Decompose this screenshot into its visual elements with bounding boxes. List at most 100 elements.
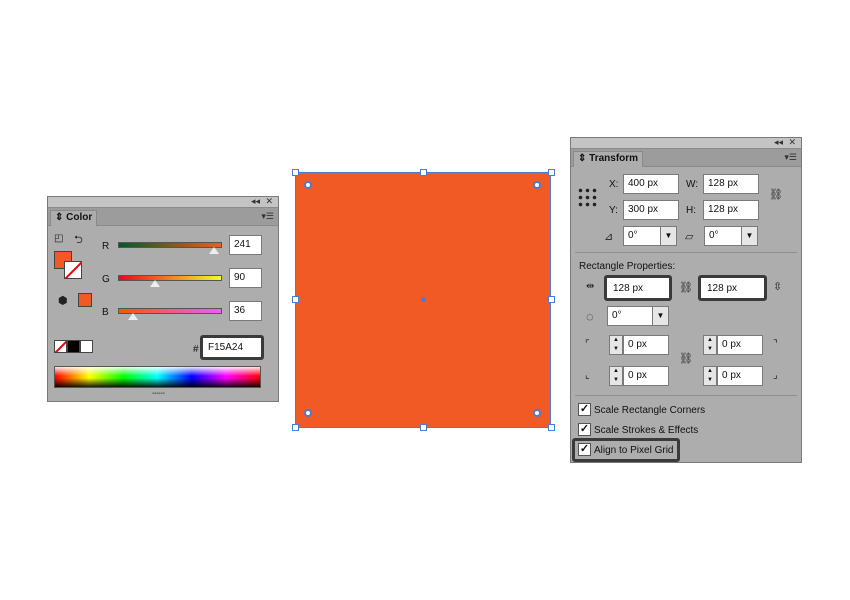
- color-spectrum[interactable]: [54, 366, 261, 388]
- white-swatch[interactable]: [80, 340, 93, 353]
- out-of-gamut-swatch[interactable]: [78, 293, 92, 307]
- h-label: H:: [686, 205, 696, 216]
- link-dimensions-icon[interactable]: ⛓: [679, 281, 693, 294]
- close-icon[interactable]: ✕: [265, 196, 273, 207]
- g-slider-thumb[interactable]: [150, 280, 160, 287]
- corner-tl-field[interactable]: 0 px: [623, 335, 669, 355]
- rotate-select-value: 0°: [628, 230, 638, 241]
- center-point: [421, 297, 426, 302]
- hex-value-field[interactable]: F15A24: [200, 335, 264, 360]
- scale-strokes-checkbox[interactable]: ✓: [578, 423, 591, 436]
- constrain-proportions-icon[interactable]: ⛓: [769, 188, 783, 201]
- transform-panel: ◂◂ ✕ ⇕ Transform ▾☰ X: 400 px W: 128 px …: [570, 137, 802, 463]
- corner-tr-field[interactable]: 0 px: [717, 335, 763, 355]
- chevron-down-icon[interactable]: ▼: [660, 227, 676, 245]
- r-slider-thumb[interactable]: [209, 247, 219, 254]
- chevron-down-icon[interactable]: ▼: [741, 227, 757, 245]
- x-label: X:: [609, 179, 619, 190]
- tab-transform-label: Transform: [589, 153, 639, 164]
- panel-menu-icon[interactable]: ▾☰: [784, 152, 797, 163]
- handle-middle-left[interactable]: [292, 296, 299, 303]
- reference-point-icon[interactable]: [577, 187, 597, 207]
- divider: [575, 252, 797, 253]
- corner-bl-field[interactable]: 0 px: [623, 366, 669, 386]
- transform-panel-tabrow: ⇕ Transform ▾☰: [571, 149, 801, 167]
- y-field[interactable]: 300 px: [623, 200, 679, 220]
- align-pixel-grid-checkbox[interactable]: ✓: [578, 443, 591, 456]
- divider: [575, 395, 797, 396]
- corner-type-bottom-left-icon[interactable]: ⌞: [585, 370, 590, 381]
- corner-widget-bottom-left[interactable]: [304, 409, 312, 417]
- handle-top-middle[interactable]: [420, 169, 427, 176]
- height-arrows-icon: ⇳: [773, 281, 783, 293]
- handle-top-right[interactable]: [548, 169, 555, 176]
- handle-bottom-left[interactable]: [292, 424, 299, 431]
- w-label: W:: [686, 179, 699, 190]
- h-field[interactable]: 128 px: [703, 200, 759, 220]
- black-swatch[interactable]: [67, 340, 80, 353]
- panel-menu-icon[interactable]: ▾☰: [261, 211, 274, 222]
- x-field[interactable]: 400 px: [623, 174, 679, 194]
- rect-angle-select[interactable]: 0° ▼: [607, 306, 669, 326]
- corner-tr-stepper[interactable]: ▲ ▼: [703, 335, 717, 355]
- color-panel-tabrow: ⇕ Color ▾☰: [48, 208, 278, 226]
- r-label: R: [102, 241, 110, 252]
- handle-bottom-middle[interactable]: [420, 424, 427, 431]
- transform-panel-titlebar[interactable]: ◂◂ ✕: [571, 137, 801, 149]
- color-panel-titlebar[interactable]: ◂◂ ✕: [48, 196, 278, 208]
- shear-icon: ⏥: [685, 231, 694, 243]
- corner-widget-bottom-right[interactable]: [533, 409, 541, 417]
- scale-corners-checkbox[interactable]: ✓: [578, 403, 591, 416]
- shear-select[interactable]: 0° ▼: [704, 226, 758, 246]
- cube-icon: ⬢: [58, 295, 68, 307]
- tab-transform[interactable]: ⇕ Transform: [573, 151, 644, 167]
- corner-bl-stepper[interactable]: ▲ ▼: [609, 366, 623, 386]
- default-colors-icon[interactable]: ◰: [54, 233, 63, 244]
- g-label: G: [102, 274, 110, 285]
- chevron-down-icon[interactable]: ▼: [652, 307, 668, 325]
- swap-colors-icon[interactable]: ⮌: [74, 231, 83, 250]
- g-value-field[interactable]: 90: [229, 268, 262, 288]
- corner-br-field[interactable]: 0 px: [717, 366, 763, 386]
- b-value-field[interactable]: 36: [229, 301, 262, 321]
- width-arrows-icon: ⇹: [586, 281, 595, 292]
- rect-width-field[interactable]: 128 px: [604, 275, 672, 301]
- rotate-angle-icon: ⊿: [604, 231, 614, 243]
- rect-angle-value: 0°: [612, 310, 622, 321]
- rect-height-field[interactable]: 128 px: [698, 275, 767, 301]
- scale-corners-label: Scale Rectangle Corners: [594, 405, 706, 416]
- corner-type-top-left-icon[interactable]: ⌜: [585, 339, 590, 350]
- corner-br-stepper[interactable]: ▲ ▼: [703, 366, 717, 386]
- corner-type-top-right-icon[interactable]: ⌝: [773, 339, 778, 350]
- link-corners-icon[interactable]: ⛓: [679, 352, 693, 365]
- tab-color[interactable]: ⇕ Color: [50, 210, 98, 226]
- b-slider-thumb[interactable]: [128, 313, 138, 320]
- corner-widget-top-right[interactable]: [533, 181, 541, 189]
- none-swatch[interactable]: [54, 340, 67, 353]
- r-value-field[interactable]: 241: [229, 235, 262, 255]
- r-slider-track[interactable]: [118, 242, 222, 248]
- collapse-icon[interactable]: ◂◂: [774, 137, 783, 148]
- b-label: B: [102, 307, 109, 318]
- hex-label: #: [193, 344, 199, 355]
- handle-bottom-right[interactable]: [548, 424, 555, 431]
- w-field[interactable]: 128 px: [703, 174, 759, 194]
- corner-widget-top-left[interactable]: [304, 181, 312, 189]
- corner-tl-stepper[interactable]: ▲ ▼: [609, 335, 623, 355]
- y-label: Y:: [609, 205, 618, 216]
- close-icon[interactable]: ✕: [788, 137, 796, 148]
- rotate-select[interactable]: 0° ▼: [623, 226, 677, 246]
- align-pixel-grid-label: Align to Pixel Grid: [594, 445, 674, 456]
- sort-arrows-icon: ⇕: [578, 153, 587, 164]
- shear-select-value: 0°: [709, 230, 719, 241]
- corner-type-bottom-right-icon[interactable]: ⌟: [773, 370, 778, 381]
- g-slider-track[interactable]: [118, 275, 222, 281]
- stroke-swatch[interactable]: [64, 261, 82, 279]
- rotate-circle-icon: ◌: [586, 309, 594, 324]
- handle-middle-right[interactable]: [548, 296, 555, 303]
- rectangle-properties-heading: Rectangle Properties:: [579, 261, 676, 272]
- collapse-icon[interactable]: ◂◂: [251, 196, 260, 207]
- sort-arrows-icon: ⇕: [55, 212, 64, 223]
- handle-top-left[interactable]: [292, 169, 299, 176]
- resize-grip-icon[interactable]: ▪▪▪▪▪▪: [152, 391, 165, 397]
